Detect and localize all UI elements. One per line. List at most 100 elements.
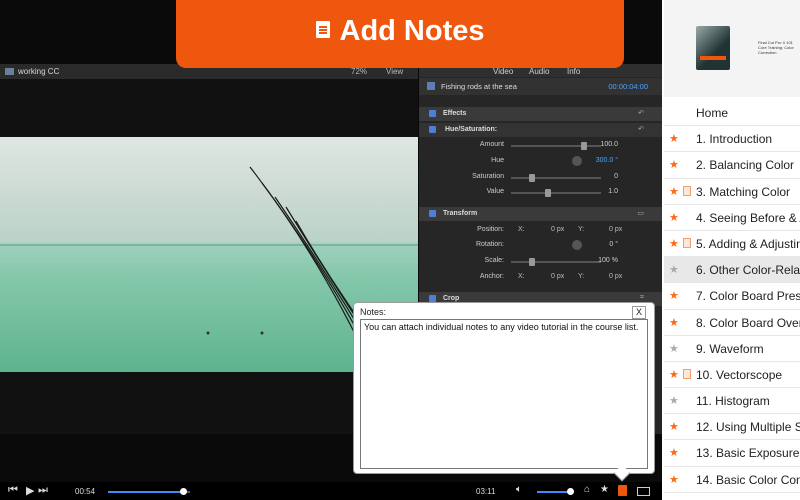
lesson-list: Home ★ 1. Introduction ★ 2. Balancing Color ★… (664, 100, 800, 493)
rotation-dial[interactable] (572, 240, 582, 250)
fullscreen-icon[interactable] (637, 487, 650, 496)
saturation-slider[interactable] (511, 174, 601, 182)
slider-knob[interactable] (581, 142, 587, 150)
effects-section-header[interactable]: Effects ↶ (419, 107, 662, 121)
tab-info[interactable]: Info (567, 67, 580, 76)
product-thumbnail: Final Cut Pro X 101 Core Training: Color… (664, 0, 800, 97)
slider-knob[interactable] (545, 189, 551, 197)
view-menu[interactable]: View (386, 67, 403, 76)
position-y-label: Y: (578, 226, 585, 233)
value-label: Value (486, 188, 504, 195)
lesson-item[interactable]: ★ 5. Adding & Adjustin (664, 231, 800, 258)
volume-slider[interactable] (537, 488, 575, 495)
lesson-item[interactable]: ★ 11. Histogram (664, 388, 800, 415)
checkbox-icon[interactable] (429, 295, 436, 302)
lesson-item[interactable]: ★ 7. Color Board Prese (664, 283, 800, 310)
reset-icon[interactable]: ↶ (638, 109, 644, 117)
lesson-item[interactable]: ★ 14. Basic Color Con (664, 467, 800, 493)
favorite-star-icon[interactable]: ★ (669, 289, 679, 302)
lesson-label: 14. Basic Color Con (696, 472, 800, 487)
saturation-value[interactable]: 0 (614, 173, 618, 180)
position-label: Position: (477, 226, 504, 233)
lesson-item[interactable]: ★ 2. Balancing Color (664, 152, 800, 179)
play-icon[interactable]: ▶ (26, 484, 34, 497)
hue-sat-header[interactable]: Hue/Saturation: ↶ (419, 123, 662, 137)
scale-value[interactable]: 100 % (598, 257, 618, 264)
slider-knob[interactable] (529, 174, 535, 182)
hue-label: Hue (491, 157, 504, 164)
favorite-star-icon[interactable]: ★ (669, 132, 679, 145)
volume-thumb[interactable] (567, 488, 575, 495)
lesson-label: 13. Basic Exposure (696, 446, 800, 461)
lesson-item[interactable]: ★ 8. Color Board Over (664, 310, 800, 336)
value-value[interactable]: 1.0 (608, 188, 618, 195)
favorite-star-icon[interactable]: ★ (669, 420, 679, 433)
lesson-item[interactable]: ★ 4. Seeing Before & A (664, 205, 800, 231)
favorite-star-icon[interactable]: ★ (669, 158, 679, 171)
clip-icon (427, 82, 435, 90)
favorite-star-icon[interactable]: ★ (669, 342, 679, 355)
notes-textarea[interactable]: You can attach individual notes to any v… (360, 319, 648, 469)
zoom-menu[interactable]: 72% (351, 67, 367, 76)
sidebar-item-home[interactable]: Home (664, 100, 800, 127)
checkbox-icon[interactable] (429, 110, 436, 117)
progress-thumb[interactable] (180, 488, 188, 495)
favorite-star-icon[interactable]: ★ (669, 473, 679, 486)
lesson-label: 7. Color Board Prese (696, 289, 800, 304)
lesson-item[interactable]: ★ 9. Waveform (664, 336, 800, 362)
favorite-star-icon[interactable]: ★ (669, 185, 679, 198)
scale-label: Scale: (484, 257, 504, 264)
hue-dial[interactable] (572, 156, 582, 166)
scale-row: Scale: 100 % (419, 254, 662, 269)
anchor-x-value[interactable]: 0 px (551, 273, 564, 280)
progress-fill (108, 491, 184, 493)
home-icon[interactable]: ⌂ (584, 484, 590, 495)
product-title: Final Cut Pro X 101 Core Training: Color… (758, 40, 794, 55)
checkbox-icon[interactable] (429, 126, 436, 133)
position-y-value[interactable]: 0 px (609, 226, 622, 233)
crop-tool-icon[interactable]: ⌗ (640, 294, 644, 302)
tab-audio[interactable]: Audio (529, 67, 549, 76)
lesson-item[interactable]: ★ 3. Matching Color (664, 179, 800, 205)
lesson-item[interactable]: ★ 10. Vectorscope (664, 362, 800, 389)
favorite-star-icon[interactable]: ★ (669, 446, 679, 459)
volume-icon[interactable]: 🔈︎ (516, 484, 522, 495)
amount-row: Amount 100.0 (419, 138, 662, 153)
lesson-label: 6. Other Color-Relat (696, 263, 800, 278)
hue-value[interactable]: 300.0 ° (596, 157, 618, 164)
position-x-value[interactable]: 0 px (551, 226, 564, 233)
anchor-y-value[interactable]: 0 px (609, 273, 622, 280)
lesson-item[interactable]: ★ 12. Using Multiple S (664, 414, 800, 441)
lesson-item[interactable]: ★ 6. Other Color-Relat (664, 257, 800, 284)
lesson-item[interactable]: ★ 13. Basic Exposure (664, 440, 800, 467)
progress-bar[interactable] (108, 488, 190, 495)
lesson-label: 12. Using Multiple S (696, 420, 800, 435)
favorite-star-icon[interactable]: ★ (669, 316, 679, 329)
favorite-star-icon[interactable]: ★ (669, 263, 679, 276)
scale-slider[interactable] (511, 258, 601, 266)
amount-slider[interactable] (511, 142, 601, 150)
volume-fill (537, 491, 571, 493)
effects-label: Effects (443, 110, 467, 117)
reset-icon[interactable]: ↶ (638, 125, 644, 133)
close-button[interactable]: X (632, 306, 646, 319)
notes-icon[interactable] (618, 485, 627, 496)
tab-video[interactable]: Video (493, 67, 513, 76)
slider-knob[interactable] (529, 258, 535, 266)
favorite-star-icon[interactable]: ★ (669, 211, 679, 224)
star-icon[interactable]: ★ (600, 484, 609, 495)
favorite-star-icon[interactable]: ★ (669, 394, 679, 407)
skip-back-icon[interactable]: ⏮ (8, 484, 18, 497)
transform-label: Transform (443, 210, 478, 217)
rotation-value[interactable]: 0 ° (609, 241, 618, 248)
value-slider[interactable] (511, 189, 601, 197)
transform-tool-icon[interactable]: ▭ (637, 209, 644, 217)
amount-value[interactable]: 100.0 (600, 141, 618, 148)
checkbox-icon[interactable] (429, 210, 436, 217)
favorite-star-icon[interactable]: ★ (669, 368, 679, 381)
lesson-item[interactable]: ★ 1. Introduction (664, 126, 800, 153)
transform-section-header[interactable]: Transform ▭ (419, 207, 662, 221)
favorite-star-icon[interactable]: ★ (669, 237, 679, 250)
skip-forward-icon[interactable]: ⏭ (38, 484, 48, 497)
notes-popup: Notes: X You can attach individual notes… (353, 302, 655, 482)
